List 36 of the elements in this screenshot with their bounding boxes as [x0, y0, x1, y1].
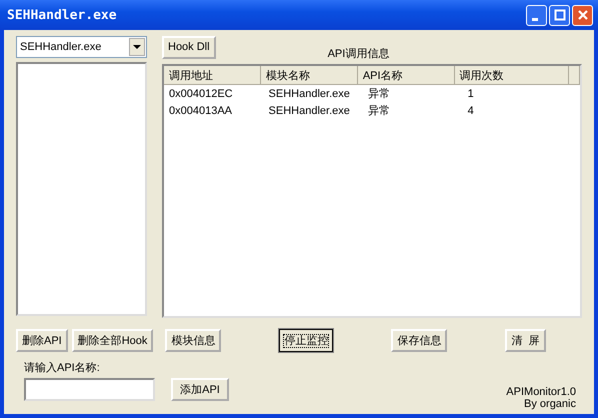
minimize-button[interactable]	[526, 4, 547, 26]
action-button[interactable]: 清 屏	[505, 329, 546, 352]
action-button[interactable]: 删除全部Hook	[72, 329, 154, 352]
table-title: API调用信息	[328, 46, 390, 60]
dropdown-arrow-icon	[133, 45, 141, 49]
api-name-label: 请输入API名称:	[24, 361, 101, 375]
column-header[interactable]: API名称	[358, 66, 455, 85]
table-cell-text: 4	[466, 104, 475, 116]
window-title: SEHHandler.exe	[7, 8, 117, 22]
action-button[interactable]: 删除API	[16, 329, 68, 352]
maximize-icon	[554, 9, 566, 21]
column-header[interactable]: 模块名称	[260, 66, 358, 85]
process-dropdown[interactable]: SEHHandler.exe	[16, 36, 147, 58]
table-cell-text: 0x004012EC	[168, 88, 234, 100]
api-name-field[interactable]	[24, 378, 155, 401]
column-header[interactable]: 调用次数	[454, 66, 569, 85]
table-cell-text: 异常	[367, 104, 392, 118]
action-button[interactable]: 停止监控	[279, 329, 334, 352]
column-header[interactable]: 调用地址	[164, 66, 261, 85]
table-cell-text: 0x004013AA	[168, 104, 233, 116]
column-header-filler	[569, 66, 580, 85]
version-text: APIMonitor1.0	[506, 386, 576, 398]
action-button[interactable]: 模块信息	[165, 329, 222, 352]
table-cell-text: SEHHandler.exe	[268, 88, 351, 100]
add-api-button[interactable]: 添加API	[171, 378, 229, 401]
api-list-box[interactable]	[16, 62, 147, 316]
version-text: By organic	[524, 398, 576, 410]
action-button[interactable]: 保存信息	[391, 329, 448, 352]
close-button[interactable]	[572, 4, 593, 26]
table-cell-text: SEHHandler.exe	[268, 104, 351, 116]
table-cell-text: 异常	[367, 87, 392, 101]
maximize-button[interactable]	[549, 4, 570, 26]
minimize-icon	[532, 18, 538, 20]
hook-dll-button[interactable]: Hook Dll	[162, 36, 216, 58]
table-cell-text: 1	[466, 88, 475, 100]
close-icon	[576, 9, 588, 21]
